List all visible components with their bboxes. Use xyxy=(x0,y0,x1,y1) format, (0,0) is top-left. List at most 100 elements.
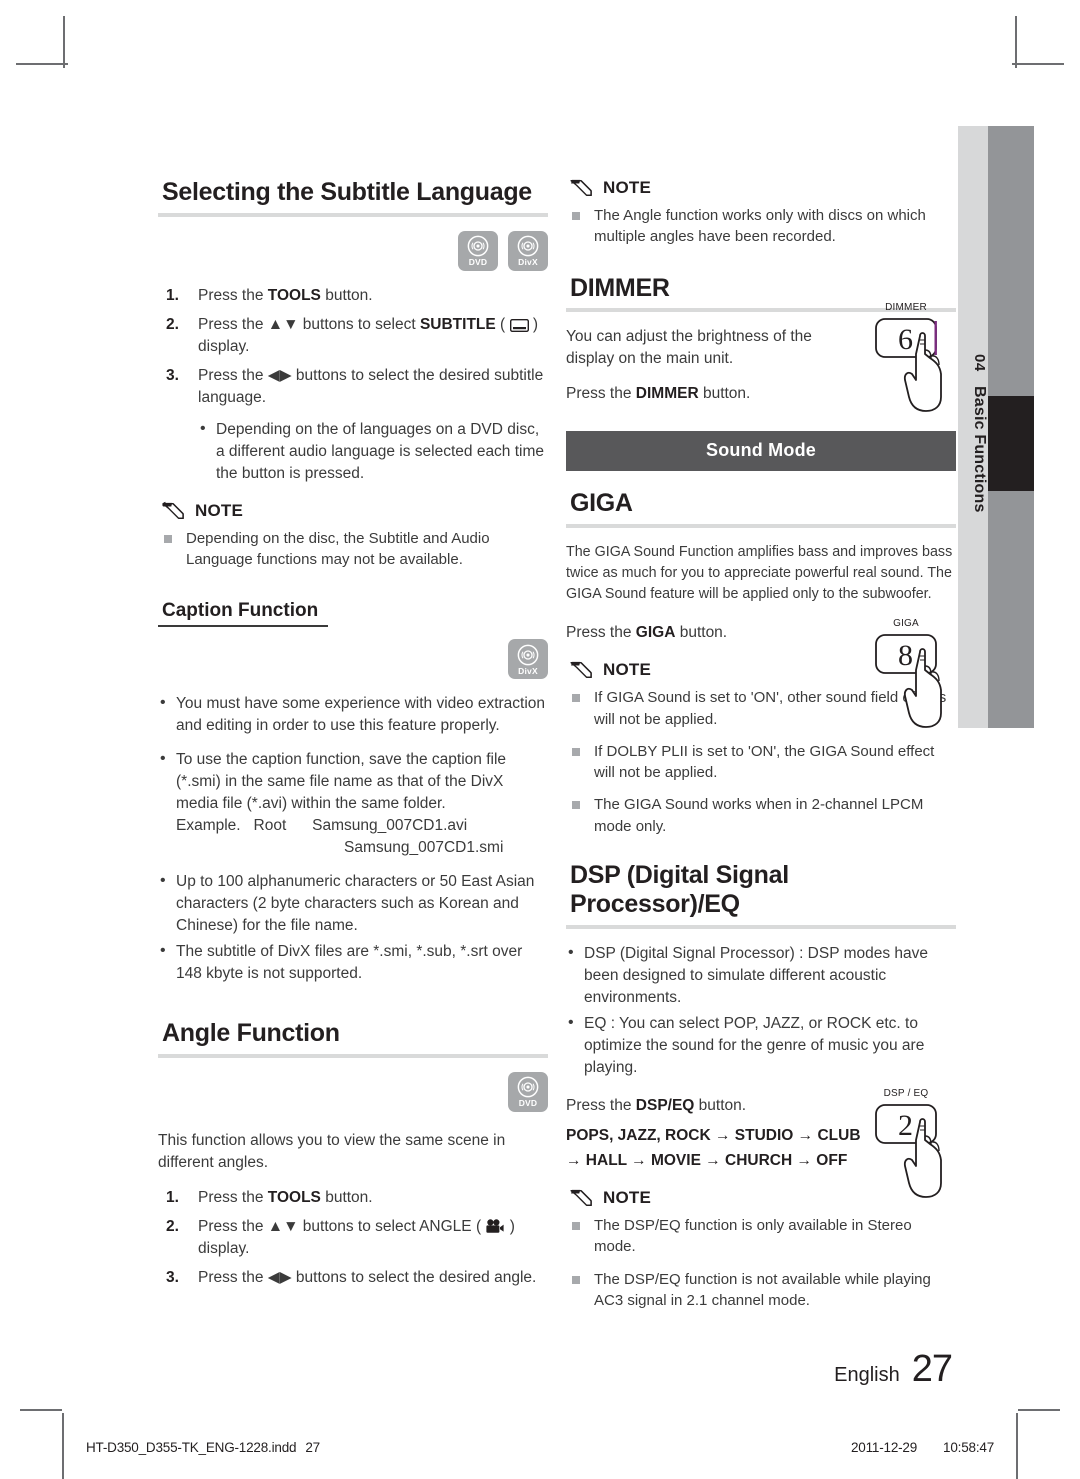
section-rule xyxy=(158,212,548,217)
angle-steps-list: 1. Press the TOOLS button. 2. Press the … xyxy=(158,1187,548,1289)
press-bold: DIMMER xyxy=(635,385,699,403)
disc-badge-label: DVD xyxy=(518,1098,538,1109)
list-item: If DOLBY PLII is set to 'ON', the GIGA S… xyxy=(566,741,956,784)
crop-mark-top-right-vertical xyxy=(1015,16,1017,68)
disc-icon xyxy=(517,644,539,665)
step-number: 1. xyxy=(166,1189,179,1207)
giga-body-text: The GIGA Sound Function amplifies bass a… xyxy=(566,544,953,602)
step-text: Press the xyxy=(198,286,268,304)
step-number: 3. xyxy=(166,1269,179,1287)
disc-badge-divx: DivX xyxy=(508,639,548,680)
disc-badge-row-subtitle: DVD DivX xyxy=(158,230,548,271)
note-label: NOTE xyxy=(603,1188,652,1208)
step-text: Press the ◀▶ buttons to select the desir… xyxy=(198,1269,537,1287)
press-bold: GIGA xyxy=(635,624,676,642)
step-text-post: button. xyxy=(320,286,373,304)
example-line: Example. Root Samsung_007CD1.avi xyxy=(176,817,467,834)
section-title-subtitle-language: Selecting the Subtitle Language xyxy=(162,178,532,206)
imprint-page-number: 27 xyxy=(305,1440,320,1455)
disc-badge-label: DivX xyxy=(518,257,538,267)
step-number: 2. xyxy=(166,1218,179,1236)
imprint-filename: HT-D350_D355-TK_ENG-1228.indd xyxy=(86,1440,297,1455)
example-file-smi: Samsung_007CD1.smi xyxy=(344,839,504,857)
press-pre: Press the xyxy=(566,385,636,403)
dsp-bullets-list: DSP (Digital Signal Processor) : DSP mod… xyxy=(566,942,956,1079)
imprint-timestamp-block: 2011-12-29 10:58:47 xyxy=(851,1440,994,1455)
hand-pressing-button-icon: 6 xyxy=(875,318,942,412)
example-label: Example. xyxy=(176,817,241,835)
note-label: NOTE xyxy=(603,660,652,680)
list-item: 1. Press the TOOLS button. xyxy=(158,1187,548,1209)
step-bold: TOOLS xyxy=(267,286,321,304)
dimmer-button-illustration: DIMMER 6 xyxy=(868,302,964,420)
example-file-avi: Samsung_007CD1.avi xyxy=(312,817,468,835)
button-caption: GIGA xyxy=(893,618,919,629)
svg-text:8: 8 xyxy=(898,639,913,672)
list-item: 2. Press the ▲▼ buttons to select SUBTIT… xyxy=(158,314,548,358)
crop-mark-bottom-right-horizontal xyxy=(1018,1409,1060,1411)
step-text: Press the ◀▶ buttons to select the desir… xyxy=(198,366,544,406)
button-caption: DSP / EQ xyxy=(883,1088,929,1099)
crop-mark-top-right-horizontal xyxy=(1012,63,1064,65)
manual-page: 04 Basic Functions Selecting the Subtitl… xyxy=(0,0,1080,1479)
page-number: 27 xyxy=(911,1348,953,1390)
disc-badge-label: DivX xyxy=(518,665,538,676)
disc-badge-divx: DivX xyxy=(508,230,548,271)
section-rule xyxy=(566,924,956,929)
page-language: English xyxy=(834,1364,900,1386)
list-item: To use the caption function, save the ca… xyxy=(158,748,548,859)
left-column: Selecting the Subtitle Language DVD DivX… xyxy=(158,178,548,1299)
list-item: 3. Press the ◀▶ buttons to select the de… xyxy=(158,365,548,409)
section-title-caption-function: Caption Function xyxy=(162,600,319,622)
list-item: 3. Press the ◀▶ buttons to select the de… xyxy=(158,1267,548,1289)
disc-badge-dvd: DVD xyxy=(458,230,498,271)
example-root: Root xyxy=(253,817,287,835)
press-bold: DSP/EQ xyxy=(635,1096,695,1114)
list-item: The GIGA Sound works when in 2-channel L… xyxy=(566,794,956,837)
crop-mark-top-left-vertical xyxy=(63,16,65,68)
step-bold: TOOLS xyxy=(267,1189,321,1207)
note-header-angle: NOTE xyxy=(568,178,956,198)
section-title-giga: GIGA xyxy=(570,489,633,518)
disc-badge-row-angle: DVD xyxy=(158,1072,548,1113)
list-item: EQ : You can select POP, JAZZ, or ROCK e… xyxy=(566,1012,956,1079)
chapter-number: 04 xyxy=(971,353,988,372)
hand-pressing-button-icon: 8 xyxy=(875,634,942,728)
subtitle-notes-list: Depending on the disc, the Subtitle and … xyxy=(158,528,548,571)
list-item: The Angle function works only with discs… xyxy=(566,205,956,248)
step-text: Press the ▲▼ buttons to select SUBTITLE … xyxy=(198,315,538,355)
angle-camera-icon xyxy=(486,1219,505,1233)
step-text: Press the ▲▼ buttons to select ANGLE ( )… xyxy=(198,1218,515,1258)
step-bold: SUBTITLE xyxy=(419,315,496,333)
chapter-tab-marker xyxy=(988,396,1034,491)
press-post: button. xyxy=(694,1096,747,1114)
giga-button-illustration: GIGA 8 xyxy=(868,618,964,736)
dsp-notes-list: The DSP/EQ function is only available in… xyxy=(566,1215,956,1311)
press-pre: Press the xyxy=(566,1096,636,1114)
page-number-block: English 27 xyxy=(834,1348,953,1391)
disc-icon xyxy=(467,235,489,257)
list-item: The subtitle of DivX files are *.smi, *.… xyxy=(158,940,548,985)
section-rule xyxy=(158,625,328,628)
list-item: DSP (Digital Signal Processor) : DSP mod… xyxy=(566,942,956,1009)
list-item: 1. Press the TOOLS button. xyxy=(158,285,548,307)
pencil-icon xyxy=(162,501,184,519)
step-text-post: button. xyxy=(320,1189,373,1207)
list-item: You must have some experience with video… xyxy=(158,692,548,737)
note-label: NOTE xyxy=(195,500,244,520)
subtitle-sub-bullets: Depending on the of languages on a DVD d… xyxy=(198,418,548,485)
angle-notes-list: The Angle function works only with discs… xyxy=(566,205,956,248)
subtitle-steps-list: 1. Press the TOOLS button. 2. Press the … xyxy=(158,285,548,409)
subtitle-icon xyxy=(509,318,529,332)
chapter-name: Basic Functions xyxy=(971,385,988,513)
pencil-icon xyxy=(570,662,592,679)
crop-mark-bottom-left-horizontal xyxy=(20,1409,62,1411)
section-title-dsp-eq: DSP (Digital Signal Processor)/EQ xyxy=(570,861,789,918)
press-post: button. xyxy=(698,385,751,403)
imprint-date: 2011-12-29 xyxy=(850,1440,918,1455)
imprint-time: 10:58:47 xyxy=(943,1440,994,1455)
list-item: The DSP/EQ function is only available in… xyxy=(566,1215,956,1258)
crop-mark-bottom-right-vertical xyxy=(1016,1413,1018,1479)
step-number: 3. xyxy=(166,366,179,384)
sound-mode-band: Sound Mode xyxy=(566,431,956,472)
